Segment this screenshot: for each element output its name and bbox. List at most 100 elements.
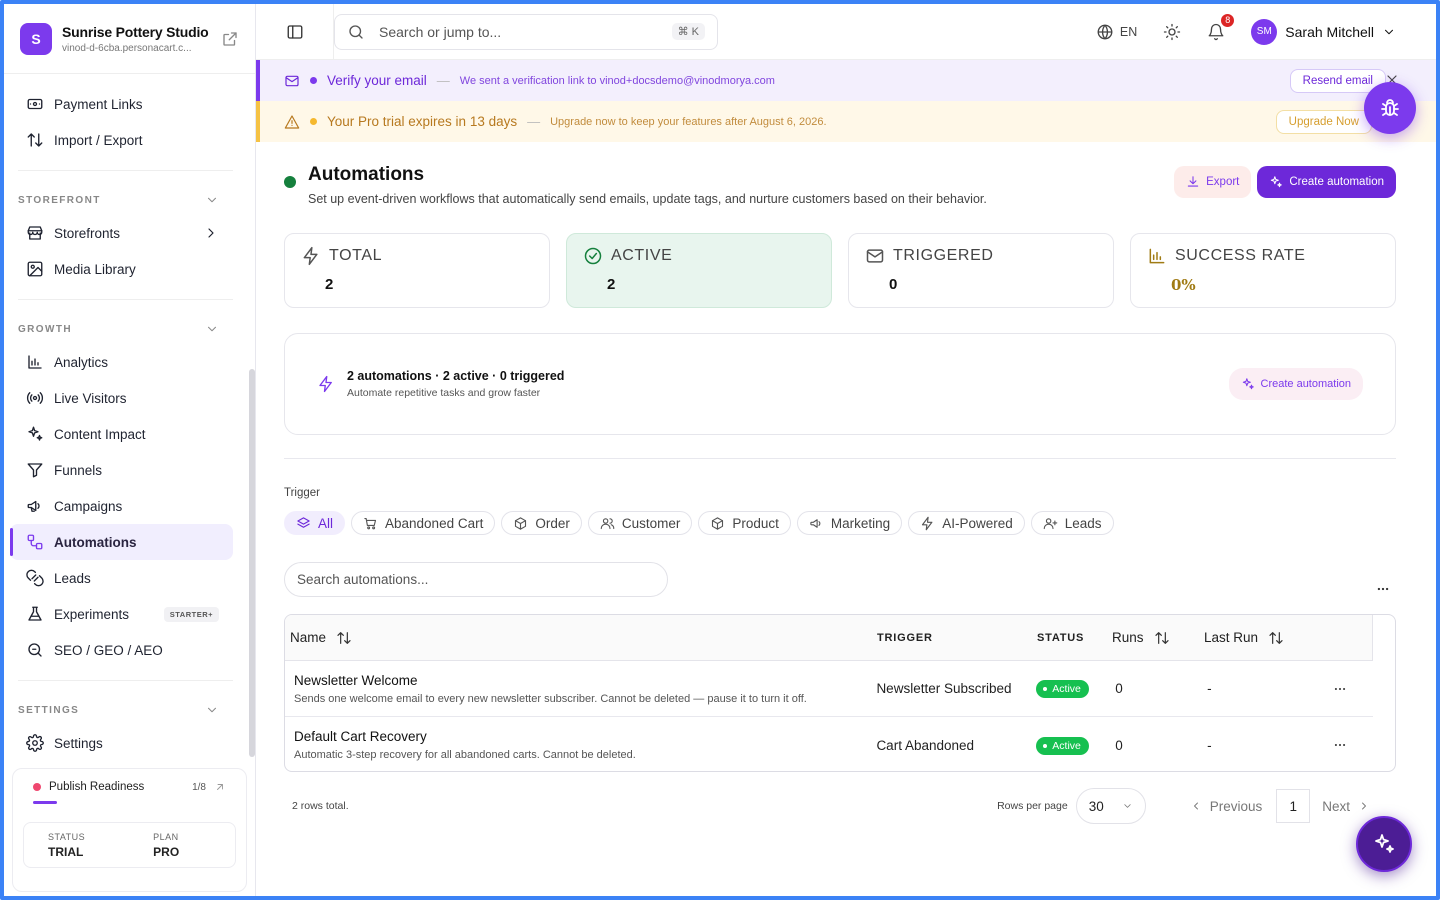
publish-readiness-title: Publish Readiness <box>49 781 145 793</box>
next-page-button[interactable]: Next <box>1322 799 1370 814</box>
upgrade-now-button[interactable]: Upgrade Now <box>1275 109 1372 134</box>
user-name: Sarah Mitchell <box>1285 23 1374 40</box>
row-actions-icon[interactable] <box>1333 738 1347 752</box>
notifications-button[interactable]: 8 <box>1207 12 1236 41</box>
bug-icon <box>1381 99 1399 116</box>
filter-chip-marketing[interactable]: Marketing <box>796 511 903 535</box>
sidebar-item-settings[interactable]: Settings <box>10 725 233 760</box>
sidebar-item-automations[interactable]: Automations <box>10 524 233 560</box>
sidebar-item-campaigns[interactable]: Campaigns <box>10 488 233 524</box>
arrow-up-right-icon[interactable] <box>214 781 226 793</box>
sidebar-toggle-button[interactable] <box>256 4 334 60</box>
gear-icon <box>26 734 44 752</box>
stat-value: 0 <box>889 276 898 293</box>
automation-name: Default Cart Recovery <box>294 729 427 744</box>
filter-chip-customer[interactable]: Customer <box>587 511 693 535</box>
column-header-last-run[interactable]: Last Run <box>1204 630 1334 646</box>
sidebar-item-analytics[interactable]: Analytics <box>10 344 233 380</box>
create-automation-button[interactable]: Create automation <box>1257 166 1396 198</box>
sidebar-item-live-visitors[interactable]: Live Visitors <box>10 380 233 416</box>
sidebar-item-label: Payment Links <box>54 96 143 112</box>
sidebar-item-import-export[interactable]: Import / Export <box>10 122 233 158</box>
publish-readiness-card[interactable]: Publish Readiness 1/8 STATUS TRIAL PLAN … <box>12 768 247 892</box>
last-run: - <box>1207 681 1212 696</box>
stat-label: SUCCESS RATE <box>1175 247 1306 264</box>
sidebar-item-leads[interactable]: Leads <box>10 560 233 596</box>
section-settings[interactable]: SETTINGS <box>4 695 247 725</box>
search-icon <box>28 643 42 657</box>
global-search-input[interactable]: Search or jump to... ⌘ K <box>334 13 718 50</box>
chevron-right-icon <box>208 228 214 238</box>
column-header-name[interactable]: Name <box>285 630 877 646</box>
export-button[interactable]: Export <box>1174 166 1252 198</box>
stat-label: ACTIVE <box>611 247 673 264</box>
sidebar-scrollbar[interactable] <box>249 369 255 757</box>
automations-table: Name TRIGGER STATUS Runs Last Run Newsle… <box>284 614 1396 772</box>
sidebar-item-label: Leads <box>54 570 91 586</box>
page-number[interactable]: 1 <box>1276 789 1311 823</box>
column-header-runs[interactable]: Runs <box>1112 630 1204 646</box>
table-pagination: 2 rows total. Rows per page 30 Previous … <box>292 788 1396 824</box>
chip-label: All <box>318 515 334 531</box>
page-header: Automations Set up event-driven workflow… <box>280 164 1396 206</box>
divider <box>18 680 233 681</box>
automation-search-input[interactable]: Search automations... <box>284 562 668 597</box>
stat-value: 2 <box>607 276 616 293</box>
filter-chip-ai-powered[interactable]: AI-Powered <box>908 511 1025 535</box>
stat-card-success-rate: SUCCESS RATE 0% <box>1130 233 1396 308</box>
trigger-filter-label: Trigger <box>284 487 320 499</box>
chevron-down-icon <box>207 707 217 713</box>
create-automation-secondary-button[interactable]: Create automation <box>1228 368 1363 400</box>
section-growth[interactable]: GROWTH <box>4 314 247 344</box>
plan-value: PRO <box>153 844 180 859</box>
sidebar-item-seo[interactable]: SEO / GEO / AEO <box>10 632 233 668</box>
bug-report-button[interactable] <box>1364 82 1416 134</box>
sidebar-item-storefronts[interactable]: Storefronts <box>10 215 233 251</box>
layers-icon <box>297 516 310 528</box>
status-badge: Active <box>1036 736 1089 755</box>
plan-summary: STATUS TRIAL PLAN PRO <box>23 822 236 868</box>
users-icon <box>600 517 615 529</box>
sidebar-item-label: Experiments <box>54 606 130 622</box>
mail-icon <box>285 75 299 86</box>
sparkles-icon <box>1271 176 1283 188</box>
sidebar-item-payment-links[interactable]: Payment Links <box>10 86 233 122</box>
rows-per-page-select[interactable]: 30 <box>1075 788 1146 824</box>
chip-label: Customer <box>621 515 681 531</box>
download-icon <box>1187 176 1199 187</box>
sidebar-item-label: Content Impact <box>54 426 146 442</box>
table-row[interactable]: Default Cart Recovery Automatic 3-step r… <box>285 717 1373 771</box>
plan-key: PLAN <box>153 831 179 842</box>
table-row[interactable]: Newsletter Welcome Sends one welcome ema… <box>285 661 1373 717</box>
sparkles-icon <box>1242 378 1254 390</box>
separator: — <box>436 73 450 88</box>
run-count: 0 <box>1115 737 1123 753</box>
external-link-icon[interactable] <box>221 30 239 48</box>
chip-label: Order <box>535 515 570 531</box>
filter-chip-leads[interactable]: Leads <box>1030 511 1114 535</box>
chip-label: Marketing <box>830 515 891 531</box>
sidebar-item-experiments[interactable]: Experiments STARTER+ <box>10 596 233 632</box>
section-storefront[interactable]: STOREFRONT <box>4 185 247 215</box>
sidebar-item-content-impact[interactable]: Content Impact <box>10 416 233 452</box>
filter-chip-product[interactable]: Product <box>698 511 791 535</box>
filter-chip-all[interactable]: All <box>284 511 346 535</box>
ai-assistant-button[interactable] <box>1356 816 1412 872</box>
sun-icon[interactable] <box>1163 23 1181 41</box>
filter-chip-order[interactable]: Order <box>501 511 582 535</box>
user-menu[interactable]: SM Sarah Mitchell <box>1251 18 1396 45</box>
brand-header[interactable]: S Sunrise Pottery Studio vinod-d-6cba.pe… <box>4 4 255 74</box>
chevron-down-icon <box>207 326 217 332</box>
status-text: Active <box>1052 739 1081 752</box>
previous-page-button[interactable]: Previous <box>1190 799 1262 814</box>
filter-chip-abandoned-cart[interactable]: Abandoned Cart <box>351 511 496 535</box>
more-options-icon[interactable] <box>1376 582 1390 596</box>
sort-icon <box>337 631 351 644</box>
workflow-icon <box>27 534 43 550</box>
row-actions-icon[interactable] <box>1333 682 1347 696</box>
sidebar-item-media-library[interactable]: Media Library <box>10 251 233 287</box>
sidebar-item-funnels[interactable]: Funnels <box>10 452 233 488</box>
sidebar-item-label: Media Library <box>54 261 136 277</box>
language-selector[interactable]: EN <box>1096 23 1137 41</box>
section-label: SETTINGS <box>18 704 80 716</box>
